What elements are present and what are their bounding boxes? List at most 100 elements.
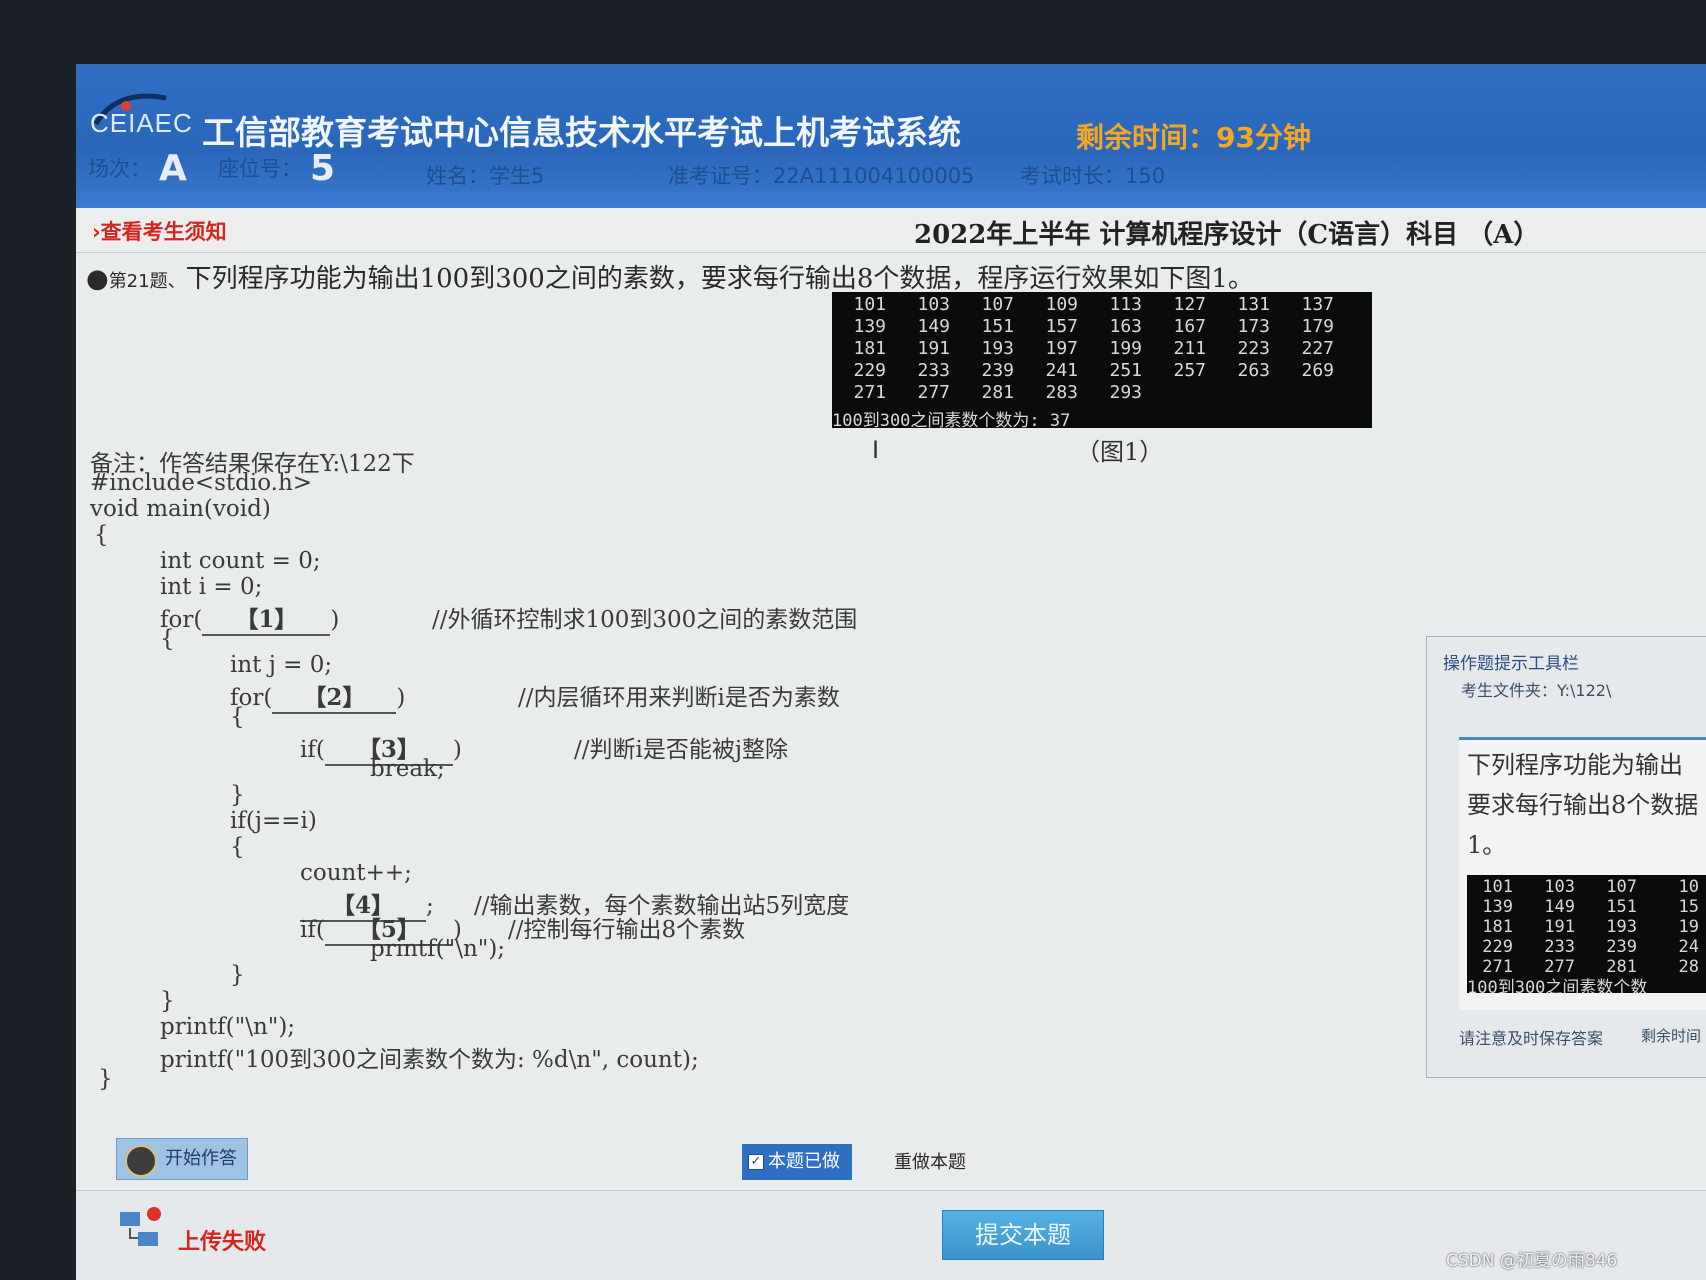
- console-number: 10: [1678, 877, 1699, 897]
- console-number: 271: [1482, 957, 1513, 977]
- console-number: 251: [1109, 360, 1142, 381]
- console-number: 28: [1678, 957, 1699, 977]
- session-value: A: [159, 148, 187, 189]
- console-number: 151: [1606, 897, 1637, 917]
- hint-text: 下列程序功能为输出 要求每行输出8个数据 1。: [1467, 745, 1706, 865]
- hint-text-line: 下列程序功能为输出: [1467, 751, 1683, 779]
- console-number: 223: [1237, 338, 1270, 359]
- code-line: {: [160, 626, 175, 652]
- checkbox-checked-icon: ✓: [748, 1154, 764, 1170]
- console-number: 233: [1544, 937, 1575, 957]
- code-line: void main(void): [90, 496, 271, 522]
- console-number: 191: [1544, 917, 1575, 937]
- console-number: 193: [981, 338, 1014, 359]
- console-number: 269: [1301, 360, 1334, 381]
- console-number: 211: [1173, 338, 1206, 359]
- console-number: 107: [981, 294, 1014, 315]
- upload-status: 上传失败: [178, 1230, 267, 1255]
- student-folder-path: 考生文件夹：Y:\122\: [1461, 681, 1612, 700]
- student-name: 姓名：学生5: [426, 164, 545, 188]
- console-number: 139: [853, 316, 886, 337]
- console-number: 193: [1606, 917, 1637, 937]
- console-number: 149: [917, 316, 950, 337]
- remaining-time: 剩余时间：93分钟: [1076, 121, 1311, 154]
- console-number: 103: [1544, 877, 1575, 897]
- code-line: {: [94, 522, 109, 548]
- seat-value: 5: [310, 148, 336, 189]
- code-line: break;: [370, 756, 445, 782]
- exam-window: CEIAEC 工信部教育考试中心信息技术水平考试上机考试系统 剩余时间：93分钟…: [76, 64, 1706, 1280]
- console-number: 15: [1678, 897, 1699, 917]
- answer-blank-1: 【1】: [202, 600, 331, 636]
- figure-console-output: 100到300之间素数个数为: 37 101 103 107 109 113 127 131…: [832, 292, 1372, 428]
- code-line: {: [230, 704, 245, 730]
- code-token: ): [452, 737, 462, 763]
- submit-question-button[interactable]: 提交本题: [942, 1210, 1104, 1260]
- code-line: printf("\n");: [160, 1014, 296, 1040]
- figure-caption: （图1）: [1076, 438, 1164, 466]
- code-line: }: [230, 782, 245, 808]
- code-line: }: [230, 962, 245, 988]
- console-number: 181: [853, 338, 886, 359]
- console-number: 277: [917, 382, 950, 403]
- watermark: CSDN @初夏の雨846: [1446, 1251, 1618, 1271]
- console-number: 19: [1678, 917, 1699, 937]
- remaining-time-short: 剩余时间: [1641, 1027, 1702, 1045]
- question-done-toggle[interactable]: ✓ 本题已做: [742, 1144, 852, 1180]
- console-number: 199: [1109, 338, 1142, 359]
- console-number: 241: [1045, 360, 1078, 381]
- console-number: 239: [981, 360, 1014, 381]
- start-answer-button[interactable]: 开始作答: [116, 1138, 248, 1180]
- console-number: 263: [1237, 360, 1270, 381]
- seat-info: 座位号： 5: [218, 148, 335, 189]
- code-line: printf("100到300之间素数个数为: %d\n", count);: [160, 1047, 699, 1073]
- code-line: printf("\n");: [370, 936, 506, 962]
- notice-bar: ›查看考生须知 2022年上半年 计算机程序设计（C语言）科目 （A）: [76, 208, 1706, 253]
- console-number: 101: [853, 294, 886, 315]
- code-comment: //外循环控制求100到300之间的素数范围: [432, 607, 858, 633]
- seat-label: 座位号：: [218, 157, 302, 181]
- system-title: 工信部教育考试中心信息技术水平考试上机考试系统: [202, 113, 961, 152]
- hint-toolbar-window[interactable]: 操作题提示工具栏 考生文件夹：Y:\122\ 下列程序功能为输出 要求每行输出8…: [1426, 636, 1706, 1078]
- code-line: for(【1】): [160, 600, 339, 636]
- console-number: 167: [1173, 316, 1206, 337]
- console-number: 163: [1109, 316, 1142, 337]
- view-notice-link[interactable]: ›查看考生须知: [92, 216, 227, 246]
- console-number: 157: [1045, 316, 1078, 337]
- subject-title: 2022年上半年 计算机程序设计（C语言）科目 （A）: [914, 220, 1540, 250]
- code-token: ): [330, 607, 340, 633]
- code-token: ): [396, 685, 406, 711]
- console-number: 239: [1606, 937, 1637, 957]
- console-number: 277: [1544, 957, 1575, 977]
- console-number: 283: [1045, 382, 1078, 403]
- console-number: 281: [1606, 957, 1637, 977]
- console-number: 271: [853, 382, 886, 403]
- redo-question-button[interactable]: 重做本题: [894, 1148, 966, 1174]
- console-number: 127: [1173, 294, 1206, 315]
- code-token: if(: [300, 737, 325, 763]
- console-number: 151: [981, 316, 1014, 337]
- hint-console-output: 100到300之间素数个数 101 103 107 10 139 149 151 15 181 1…: [1467, 875, 1706, 993]
- console-number: 131: [1237, 294, 1270, 315]
- logo-text: CEIAEC: [90, 108, 193, 138]
- code-line: count++;: [300, 860, 412, 886]
- console-number: 179: [1301, 316, 1334, 337]
- console-summary: 100到300之间素数个数为: 37: [832, 411, 1071, 428]
- code-line: if(j==i): [230, 808, 317, 834]
- console-number: 281: [981, 382, 1014, 403]
- console-number: 24: [1678, 937, 1699, 957]
- start-answer-icon: [125, 1145, 157, 1177]
- code-comment: //判断i是否能被j整除: [574, 737, 788, 763]
- header-bar: CEIAEC 工信部教育考试中心信息技术水平考试上机考试系统 剩余时间：93分钟…: [76, 64, 1706, 208]
- hint-text-line: 1。: [1467, 831, 1507, 859]
- console-number: 139: [1482, 897, 1513, 917]
- code-line: {: [230, 834, 245, 860]
- console-number: 181: [1482, 917, 1513, 937]
- code-line: #include<stdio.h>: [90, 470, 313, 496]
- console-number: 227: [1301, 338, 1334, 359]
- code-comment: //控制每行输出8个素数: [508, 917, 746, 943]
- text-cursor-icon: I: [872, 436, 880, 464]
- session-info: 场次： A: [88, 148, 187, 189]
- code-line: }: [160, 988, 175, 1014]
- code-line: for(【2】): [230, 678, 405, 714]
